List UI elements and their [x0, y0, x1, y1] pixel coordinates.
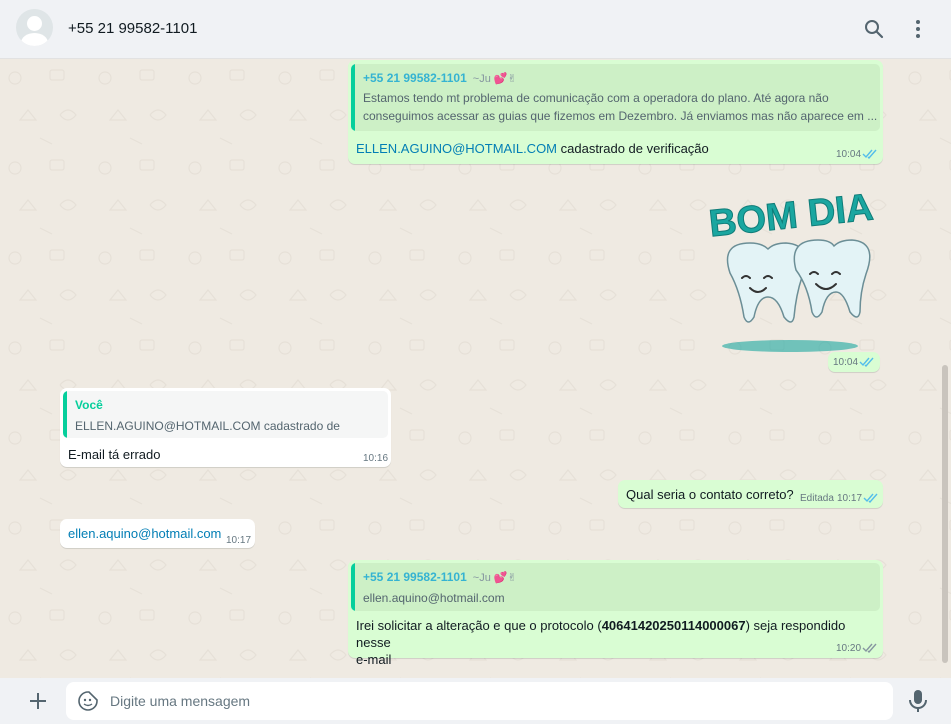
message-outgoing[interactable]: +55 21 99582-1101 ~Ju 💕✌ ellen.aquino@hot… [348, 560, 883, 667]
message-time: 10:04 [833, 357, 859, 368]
quote-author: Você [75, 398, 103, 412]
quote-author: +55 21 99582-1101 [363, 570, 467, 584]
email-link[interactable]: ellen.aquino@hotmail.com [68, 525, 221, 542]
message-text: Qual seria o contato correto? [626, 487, 794, 502]
sticker-text: BOM DIA [707, 186, 875, 245]
protocol-number: 40641420250114000067 [601, 618, 746, 633]
quote-author: +55 21 99582-1101 [363, 71, 467, 85]
quoted-message[interactable]: Você ELLEN.AGUINO@HOTMAIL.COM cadastrado… [63, 391, 388, 438]
quoted-message[interactable]: +55 21 99582-1101 ~Ju 💕✌ Estamos tendo mt… [351, 64, 880, 131]
edited-label: Editada [800, 493, 834, 504]
message-text-line2: e-mail [356, 652, 392, 667]
read-ticks-icon [862, 149, 877, 159]
message-incoming[interactable]: ellen.aquino@hotmail.com 10:17 [60, 519, 255, 548]
sticker-icon[interactable] [78, 691, 98, 711]
sticker-message[interactable]: BOM DIA [700, 178, 880, 358]
message-outgoing[interactable]: +55 21 99582-1101 ~Ju 💕✌ Estamos tendo mt… [348, 60, 883, 164]
message-text: E-mail tá errado [68, 447, 161, 462]
message-time: 10:04 [836, 149, 862, 160]
composer-bar [0, 678, 951, 724]
quote-text-line1: ellen.aquino@hotmail.com [363, 591, 505, 605]
message-input[interactable] [110, 682, 870, 720]
plus-icon[interactable] [26, 689, 50, 713]
message-incoming[interactable]: Você ELLEN.AGUINO@HOTMAIL.COM cadastrado… [60, 388, 391, 467]
email-link[interactable]: ELLEN.AGUINO@HOTMAIL.COM [356, 141, 557, 156]
message-text-part1: Irei solicitar a alteração e que o proto… [356, 618, 602, 633]
message-time: 10:17 [837, 493, 863, 504]
contact-name[interactable]: +55 21 99582-1101 [68, 20, 197, 37]
read-ticks-icon [859, 357, 874, 367]
menu-dots-icon[interactable] [906, 17, 930, 41]
search-icon[interactable] [862, 17, 886, 41]
read-ticks-icon [863, 493, 878, 503]
message-list[interactable]: +55 21 99582-1101 ~Ju 💕✌ Estamos tendo mt… [0, 60, 951, 678]
message-outgoing[interactable]: Qual seria o contato correto? Editada 10… [618, 480, 883, 508]
message-time: 10:17 [226, 535, 252, 546]
quote-text-line1: ELLEN.AGUINO@HOTMAIL.COM cadastrado de v… [75, 419, 340, 438]
quote-text-line2: conseguimos acessar as guias que fizemos… [363, 109, 878, 123]
quote-text-line1: Estamos tendo mt problema de comunicação… [363, 91, 829, 105]
chat-header: +55 21 99582-1101 [0, 0, 951, 59]
quoted-message[interactable]: +55 21 99582-1101 ~Ju 💕✌ ellen.aquino@hot… [351, 563, 880, 611]
message-input-container [66, 682, 893, 720]
message-text: cadastrado de verificação [557, 141, 709, 156]
message-time: 10:16 [363, 453, 389, 464]
microphone-icon[interactable] [906, 688, 930, 714]
bom-dia-sticker: BOM DIA [707, 186, 876, 352]
quote-author-alias: ~Ju 💕✌ [472, 572, 517, 584]
sticker-time-badge: 10:04 [828, 352, 880, 372]
message-time: 10:20 [836, 643, 862, 654]
contact-avatar[interactable] [16, 9, 53, 46]
read-ticks-icon [862, 643, 877, 653]
chat-scrollbar[interactable] [942, 365, 948, 663]
quote-author-alias: ~Ju 💕✌ [472, 73, 517, 85]
